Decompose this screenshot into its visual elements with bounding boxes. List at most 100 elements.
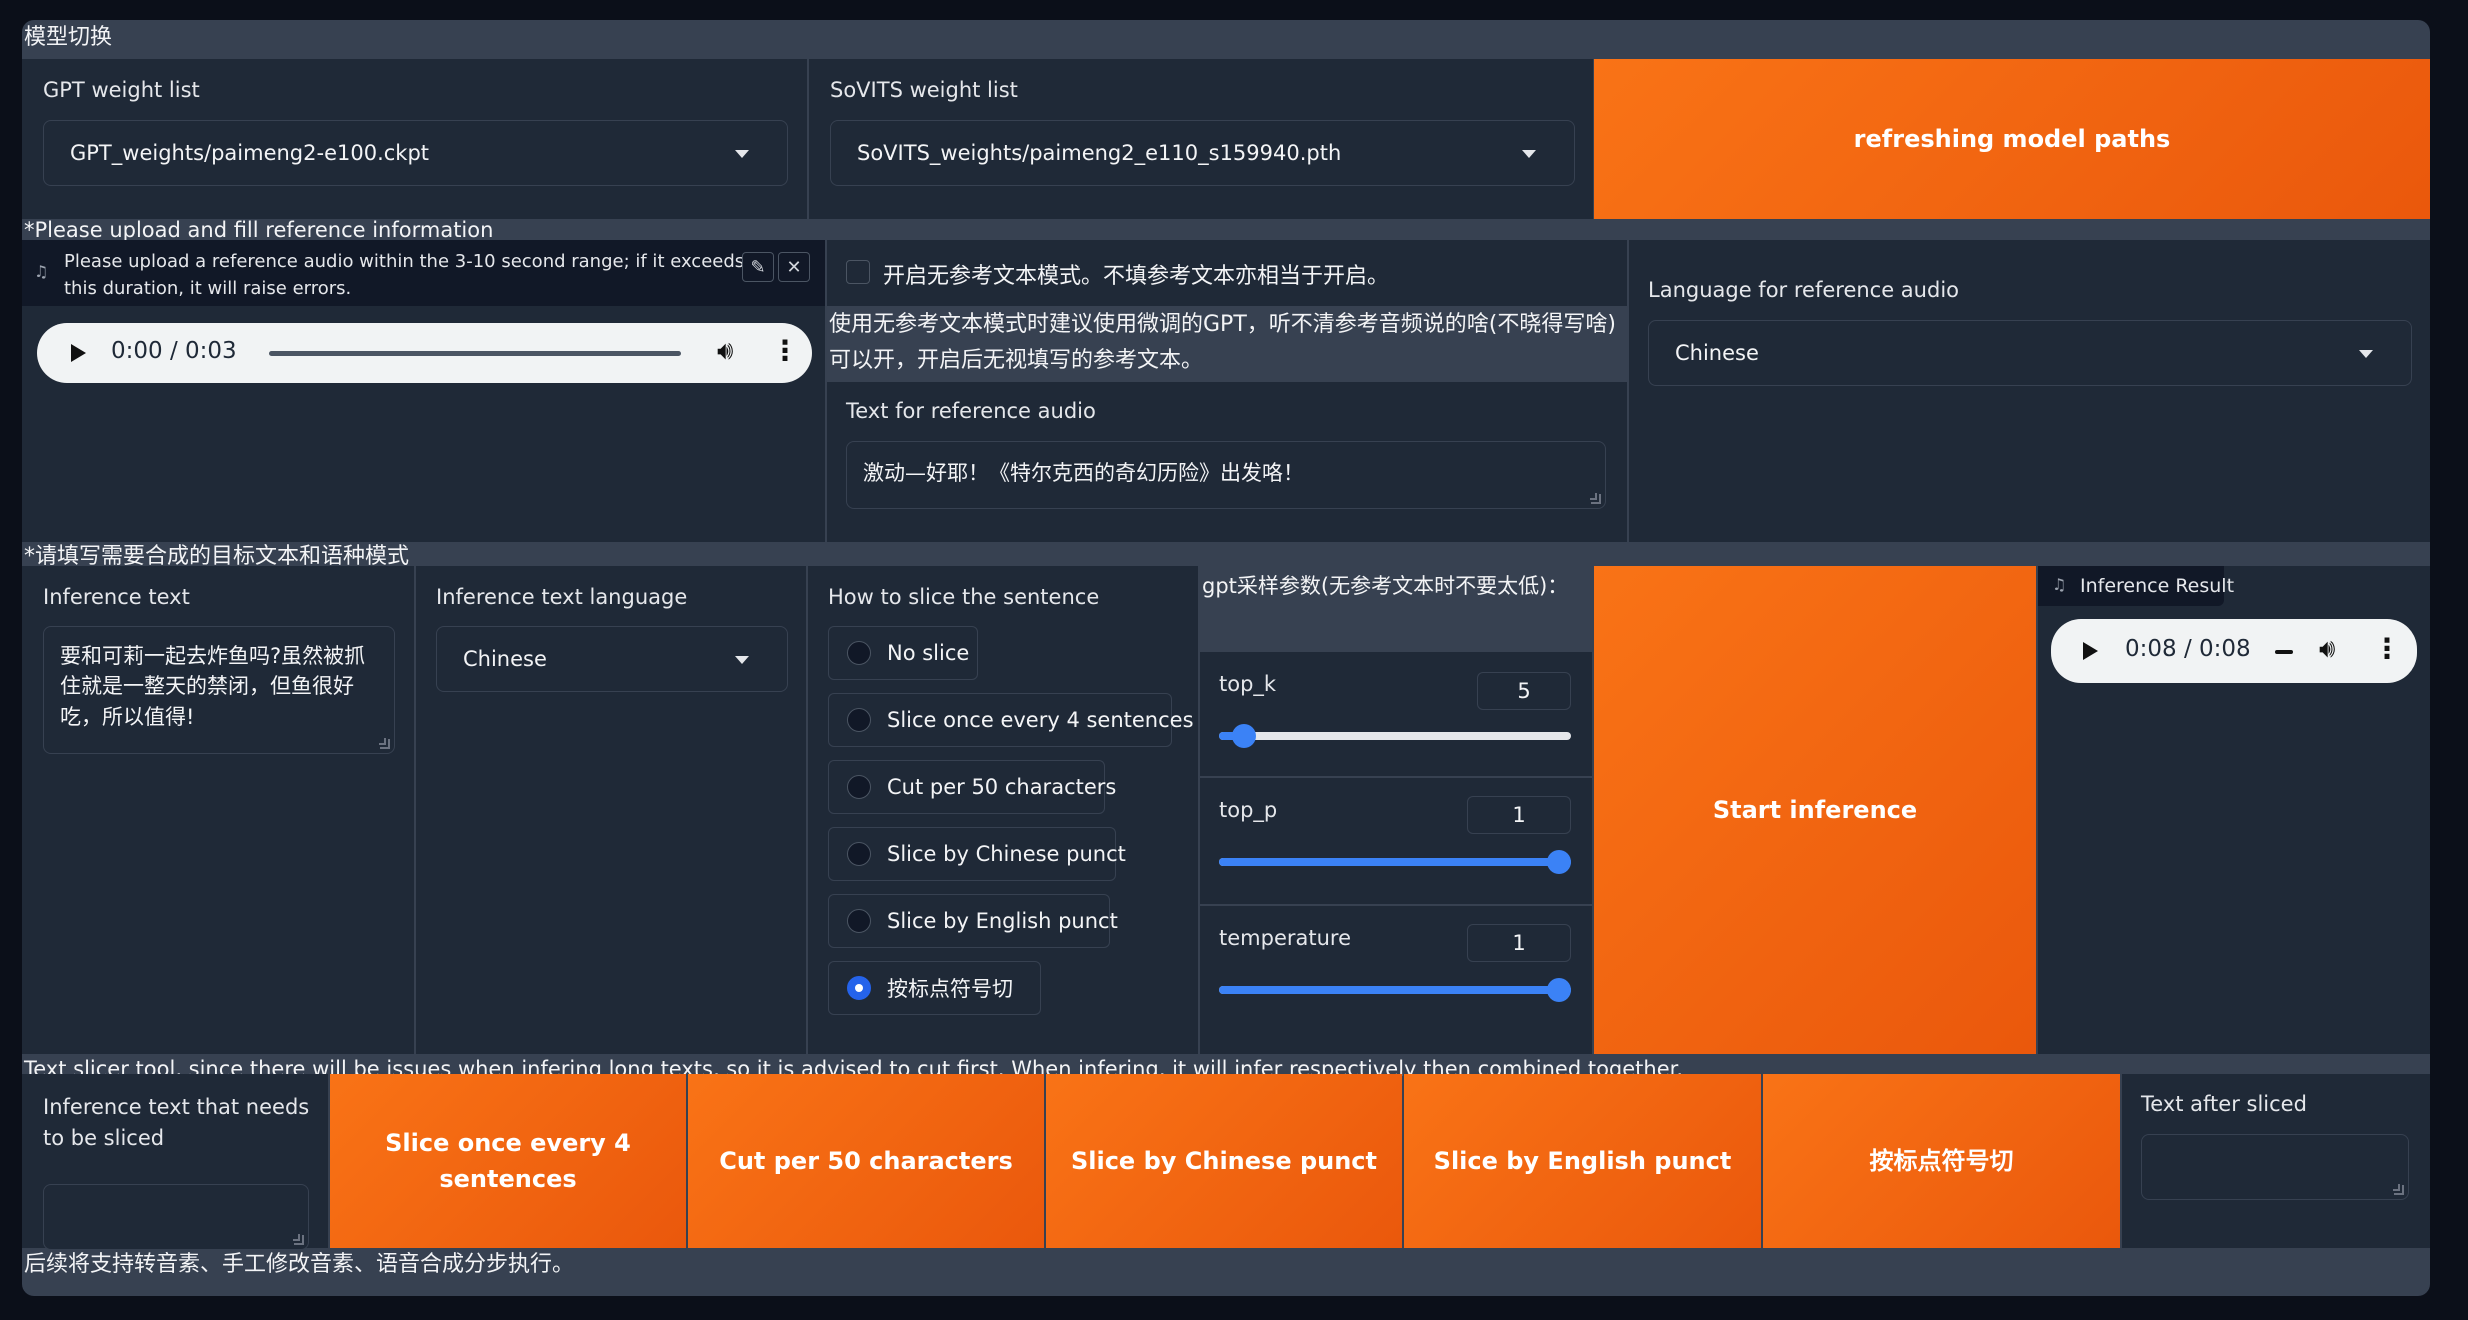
slice-option-by-punct[interactable]: 按标点符号切	[828, 961, 1041, 1015]
inference-result-time: 0:08 / 0:08	[2125, 636, 2251, 662]
inference-text-input[interactable]: 要和可莉一起去炸鱼吗?虽然被抓住就是一整天的禁闭，但鱼很好吃，所以值得!	[43, 626, 395, 754]
inference-language-panel: Inference text language Chinese	[416, 566, 806, 1054]
radio-icon	[847, 909, 871, 933]
chevron-down-icon	[1522, 150, 1536, 158]
reference-audio-hint: Please upload a reference audio within t…	[64, 251, 745, 299]
start-inference-button[interactable]: Start inference	[1594, 566, 2036, 1054]
top-k-slider[interactable]	[1219, 724, 1571, 748]
no-ref-note: 使用无参考文本模式时建议使用微调的GPT，听不清参考音频说的啥(不晓得写啥)可以…	[829, 312, 1616, 374]
resize-handle-icon[interactable]	[2393, 1184, 2404, 1195]
slice-option-label: No slice	[887, 641, 970, 665]
sovits-weight-panel: SoVITS weight list SoVITS_weights/paimen…	[809, 59, 1593, 219]
volume-icon[interactable]: 🔊︎	[2319, 634, 2335, 665]
more-options-icon[interactable]: ⋮	[2373, 632, 2401, 665]
reference-text-panel: 开启无参考文本模式。不填参考文本亦相当于开启。 使用无参考文本模式时建议使用微调…	[827, 240, 1627, 542]
slice-option-label: 按标点符号切	[887, 977, 1013, 1001]
sovits-weight-dropdown[interactable]: SoVITS_weights/paimeng2_e110_s159940.pth	[830, 120, 1575, 186]
no-ref-note-box: 使用无参考文本模式时建议使用微调的GPT，听不清参考音频说的啥(不晓得写啥)可以…	[827, 306, 1627, 382]
chevron-down-icon	[735, 150, 749, 158]
more-options-icon[interactable]: ⋮	[771, 334, 799, 367]
radio-selected-icon	[847, 976, 871, 1000]
slice-chinese-punct-button[interactable]: Slice by Chinese punct	[1046, 1074, 1402, 1248]
slice-option-label: Cut per 50 characters	[887, 775, 1117, 799]
slicer-output-panel: Text after sliced	[2122, 1074, 2430, 1248]
radio-icon	[847, 842, 871, 866]
reference-audio-time: 0:00 / 0:03	[111, 338, 237, 364]
reference-audio-seekbar[interactable]	[269, 351, 681, 356]
gpt-params-label: gpt采样参数(无参考文本时不要太低)：	[1202, 574, 1569, 598]
resize-handle-icon[interactable]	[379, 738, 390, 749]
top-p-slider[interactable]	[1219, 850, 1571, 874]
sovits-weight-label: SoVITS weight list	[830, 78, 1018, 102]
ref-text-label: Text for reference audio	[846, 399, 1096, 423]
gpt-weight-value: GPT_weights/paimeng2-e100.ckpt	[70, 141, 430, 165]
slice-option-label: Slice by Chinese punct	[887, 842, 1126, 866]
slice-option-chinese-punct[interactable]: Slice by Chinese punct	[828, 827, 1126, 881]
slicer-output-textarea[interactable]	[2141, 1134, 2409, 1200]
slicer-input-textarea[interactable]	[43, 1184, 309, 1250]
inference-result-label: Inference Result	[2080, 575, 2235, 597]
temperature-input[interactable]: 1	[1467, 924, 1571, 962]
inference-lang-label: Inference text language	[436, 585, 688, 609]
slice-every-4-sentences-button[interactable]: Slice once every 4 sentences	[330, 1074, 686, 1248]
inference-result-player[interactable]: 0:08 / 0:08 🔊︎ ⋮	[2051, 619, 2417, 683]
chevron-down-icon	[735, 656, 749, 664]
slicer-input-panel: Inference text that needs to be sliced	[22, 1074, 328, 1250]
volume-icon[interactable]: 🔊︎	[717, 336, 733, 367]
gpt-weight-dropdown[interactable]: GPT_weights/paimeng2-e100.ckpt	[43, 120, 788, 186]
slider-thumb[interactable]	[1547, 850, 1571, 874]
slice-option-every-4-sentences[interactable]: Slice once every 4 sentences	[828, 693, 1194, 747]
inference-text-label: Inference text	[43, 585, 190, 609]
reference-audio-player[interactable]: 0:00 / 0:03 🔊︎ ⋮	[37, 323, 812, 383]
close-icon[interactable]: ✕	[778, 252, 810, 282]
slice-by-punct-button[interactable]: 按标点符号切	[1763, 1074, 2120, 1248]
slice-option-no-slice[interactable]: No slice	[828, 626, 978, 680]
slice-option-per-50-chars[interactable]: Cut per 50 characters	[828, 760, 1116, 814]
ref-text-input[interactable]: 激动—好耶！《特尔克西的奇幻历险》出发咯！	[846, 441, 1606, 509]
inference-result-panel: ♫ Inference Result 0:08 / 0:08 🔊︎ ⋮	[2038, 566, 2430, 1054]
app-frame: 模型切换 GPT weight list GPT_weights/paimeng…	[22, 20, 2430, 1296]
edit-icon[interactable]: ✎	[742, 252, 774, 282]
radio-icon	[847, 641, 871, 665]
section-title-model-switch: 模型切换	[24, 25, 113, 50]
section-title-reference: *Please upload and fill reference inform…	[24, 218, 494, 242]
gpt-weight-panel: GPT weight list GPT_weights/paimeng2-e10…	[22, 59, 807, 219]
minus-icon[interactable]	[2275, 650, 2293, 654]
ref-text-value: 激动—好耶！《特尔克西的奇幻历险》出发咯！	[863, 461, 1304, 485]
chevron-down-icon	[2359, 350, 2373, 358]
play-icon[interactable]	[2083, 642, 2098, 660]
temperature-control: temperature 1	[1200, 906, 1592, 1054]
refresh-model-paths-button[interactable]: refreshing model paths	[1594, 59, 2430, 219]
resize-handle-icon[interactable]	[1590, 493, 1601, 504]
music-note-icon: ♫	[2052, 575, 2067, 594]
slider-thumb[interactable]	[1547, 978, 1571, 1002]
reference-language-panel: Language for reference audio Chinese	[1629, 240, 2430, 542]
ref-lang-value: Chinese	[1675, 341, 1759, 365]
music-note-icon: ♫	[34, 262, 49, 281]
slicer-output-label: Text after sliced	[2141, 1092, 2307, 1116]
slider-thumb[interactable]	[1232, 724, 1256, 748]
radio-icon	[847, 708, 871, 732]
slicer-input-label: Inference text that needs to be sliced	[43, 1095, 310, 1150]
top-k-input[interactable]: 5	[1477, 672, 1571, 710]
no-ref-mode-row[interactable]: 开启无参考文本模式。不填参考文本亦相当于开启。	[827, 240, 1627, 306]
inference-text-value: 要和可莉一起去炸鱼吗?虽然被抓住就是一整天的禁闭，但鱼很好吃，所以值得!	[60, 644, 366, 729]
slice-option-english-punct[interactable]: Slice by English punct	[828, 894, 1118, 948]
inference-lang-dropdown[interactable]: Chinese	[436, 626, 788, 692]
slice-english-punct-button[interactable]: Slice by English punct	[1404, 1074, 1761, 1248]
slice-method-label: How to slice the sentence	[828, 585, 1100, 609]
gpt-params-panel: gpt采样参数(无参考文本时不要太低)： top_k 5 top_p 1 tem…	[1200, 566, 1592, 1054]
reference-audio-header: ♫ Please upload a reference audio within…	[22, 240, 825, 306]
ref-lang-dropdown[interactable]: Chinese	[1648, 320, 2412, 386]
temperature-slider[interactable]	[1219, 978, 1571, 1002]
sovits-weight-value: SoVITS_weights/paimeng2_e110_s159940.pth	[857, 141, 1342, 165]
cut-per-50-chars-button[interactable]: Cut per 50 characters	[688, 1074, 1044, 1248]
gpt-weight-label: GPT weight list	[43, 78, 200, 102]
top-p-input[interactable]: 1	[1467, 796, 1571, 834]
resize-handle-icon[interactable]	[293, 1234, 304, 1245]
top-k-label: top_k	[1219, 672, 1277, 696]
no-ref-mode-checkbox[interactable]	[846, 260, 870, 284]
no-ref-mode-label: 开启无参考文本模式。不填参考文本亦相当于开启。	[883, 264, 1390, 289]
top-k-control: top_k 5	[1200, 652, 1592, 776]
play-icon[interactable]	[71, 344, 86, 362]
